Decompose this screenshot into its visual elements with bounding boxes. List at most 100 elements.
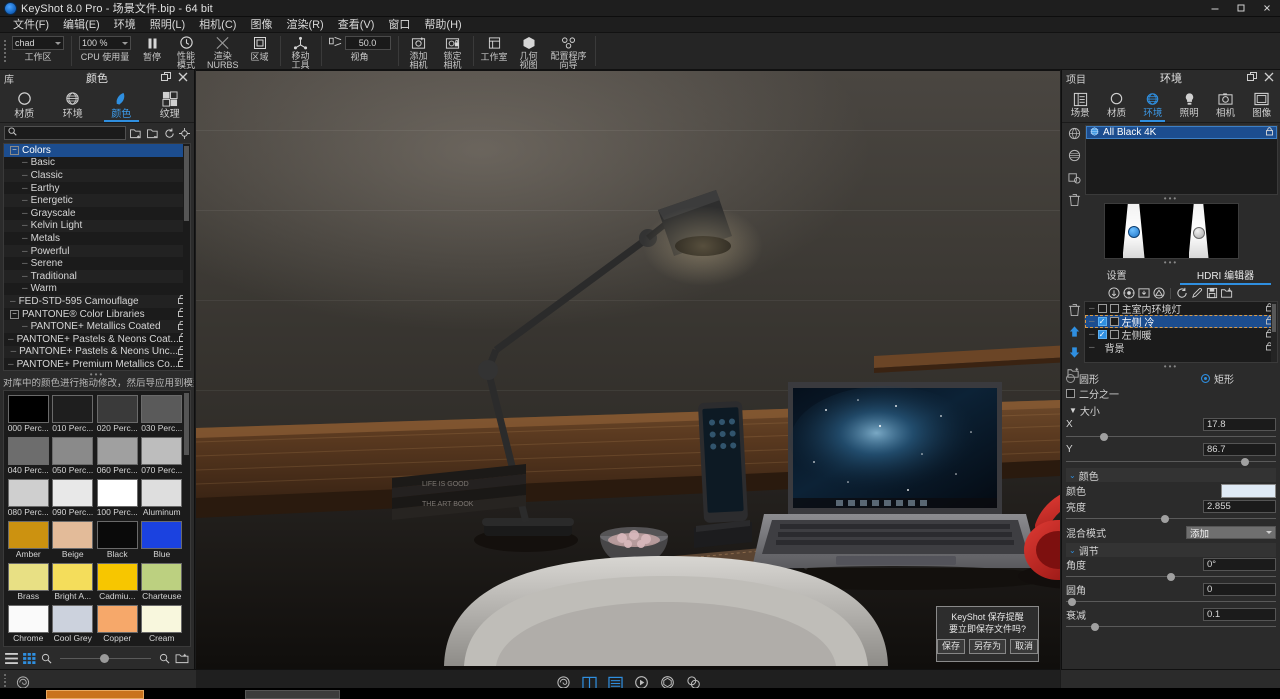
color-swatch-item[interactable]: 010 Perc... bbox=[51, 393, 96, 435]
color-swatch-item[interactable]: Cadmiu... bbox=[95, 561, 140, 603]
environment-splitter[interactable]: ••• bbox=[1062, 195, 1280, 203]
tab-environments[interactable]: 环境 bbox=[49, 86, 98, 122]
pin-list-splitter[interactable]: ••• bbox=[1062, 363, 1280, 371]
radius-value[interactable]: 0 bbox=[1203, 583, 1276, 596]
library-splitter[interactable]: ••• bbox=[0, 371, 194, 379]
menu-view[interactable]: 查看(V) bbox=[331, 17, 382, 33]
color-swatch-item[interactable]: 000 Perc... bbox=[6, 393, 51, 435]
close-button[interactable] bbox=[1254, 0, 1280, 17]
tree-row[interactable]: – Classic bbox=[4, 169, 190, 182]
save-as-button[interactable]: 另存为 bbox=[969, 639, 1006, 654]
radius-slider[interactable] bbox=[1066, 597, 1276, 606]
blend-mode-combo[interactable]: 添加 bbox=[1186, 526, 1276, 540]
reset-hdri-icon[interactable] bbox=[1176, 287, 1188, 299]
tree-row[interactable]: – Traditional bbox=[4, 269, 190, 283]
color-chip[interactable] bbox=[52, 395, 94, 423]
color-chip[interactable] bbox=[52, 479, 94, 507]
save-reminder-dialog[interactable]: KeyShot 保存提醒 要立即保存文件吗? 保存 另存为 取消 bbox=[936, 606, 1039, 662]
swatch-scrollbar[interactable] bbox=[183, 391, 190, 646]
grid-view-icon[interactable] bbox=[23, 652, 36, 664]
geometry-view-button[interactable]: 几何 视图 bbox=[512, 33, 546, 70]
tab-camera[interactable]: 相机 bbox=[1207, 86, 1243, 122]
round-shape-radio[interactable] bbox=[1066, 374, 1075, 383]
studio-button[interactable]: 工作室 bbox=[477, 33, 512, 70]
close-panel-icon[interactable] bbox=[1264, 72, 1274, 85]
tab-lighting[interactable]: 照明 bbox=[1171, 86, 1207, 122]
zoom-in-icon[interactable] bbox=[159, 653, 170, 664]
rect-shape-radio[interactable] bbox=[1201, 374, 1210, 383]
tree-row[interactable]: – Powerful bbox=[4, 244, 190, 258]
color-chip[interactable] bbox=[7, 395, 49, 423]
color-swatch-area[interactable]: 000 Perc... 010 Perc... 020 Perc... 030 Per… bbox=[3, 390, 191, 647]
color-swatch-item[interactable]: 040 Perc... bbox=[6, 435, 51, 477]
tree-row[interactable]: – Warm bbox=[4, 283, 190, 296]
menu-camera[interactable]: 相机(C) bbox=[192, 17, 243, 33]
color-picker-icon[interactable] bbox=[1191, 287, 1203, 299]
pin-enable-checkbox[interactable] bbox=[1097, 330, 1107, 339]
cpu-combo[interactable]: 100 % bbox=[79, 36, 131, 50]
size-y-value[interactable]: 86.7 bbox=[1203, 443, 1276, 456]
color-swatch-item[interactable]: Black bbox=[95, 519, 140, 561]
color-chip[interactable] bbox=[96, 395, 138, 423]
color-chip[interactable] bbox=[52, 521, 94, 549]
color-swatch-item[interactable]: Blue bbox=[140, 519, 185, 561]
tab-scene[interactable]: 场景 bbox=[1062, 86, 1098, 122]
render-nurbs-button[interactable]: 渲染 NURBS bbox=[203, 33, 243, 70]
duplicate-environment-icon[interactable] bbox=[1067, 171, 1081, 187]
menu-render[interactable]: 渲染(R) bbox=[279, 17, 330, 33]
hdri-preview-splitter[interactable]: ••• bbox=[1062, 259, 1280, 267]
cancel-button[interactable]: 取消 bbox=[1010, 639, 1038, 654]
menu-edit[interactable]: 编辑(E) bbox=[56, 17, 107, 33]
half-checkbox[interactable] bbox=[1066, 389, 1075, 398]
tree-row[interactable]: – PANTONE+ Premium Metallics Co... bbox=[4, 358, 190, 370]
tree-row[interactable]: – PANTONE+ Pastels & Neons Unc... bbox=[4, 345, 190, 359]
size-y-slider[interactable] bbox=[1066, 457, 1276, 466]
falloff-slider[interactable] bbox=[1066, 622, 1276, 631]
color-swatch-item[interactable]: Amber bbox=[6, 519, 51, 561]
tree-row[interactable]: – Kelvin Light bbox=[4, 219, 190, 233]
menu-environment[interactable]: 环境 bbox=[107, 17, 143, 33]
color-swatch-item[interactable]: Desert bbox=[140, 645, 185, 646]
tree-row[interactable]: − Colors bbox=[4, 144, 190, 157]
pin-visibility-checkbox[interactable] bbox=[1109, 317, 1119, 326]
tree-row[interactable]: – FED-STD-595 Camouflage bbox=[4, 295, 190, 308]
color-swatch-item[interactable]: 070 Perc... bbox=[140, 435, 185, 477]
hdri-preview[interactable] bbox=[1103, 203, 1239, 259]
color-chip[interactable] bbox=[141, 521, 183, 549]
add-sun-pin-icon[interactable] bbox=[1123, 287, 1135, 299]
menu-image[interactable]: 图像 bbox=[243, 17, 279, 33]
pause-button[interactable]: 暂停 bbox=[135, 33, 169, 70]
color-swatch-item[interactable]: Bright A... bbox=[51, 561, 96, 603]
region-button[interactable]: 区域 bbox=[243, 33, 277, 70]
pin-visibility-checkbox[interactable] bbox=[1109, 304, 1119, 313]
color-chip[interactable] bbox=[52, 605, 94, 633]
color-swatch-item[interactable]: Deep Blue bbox=[95, 645, 140, 646]
list-view-icon[interactable] bbox=[5, 652, 18, 664]
color-chip[interactable] bbox=[96, 563, 138, 591]
add-folder-icon[interactable] bbox=[130, 128, 143, 139]
color-swatch-item[interactable]: 020 Perc... bbox=[95, 393, 140, 435]
tab-colors[interactable]: 颜色 bbox=[97, 86, 146, 122]
move-pin-up-icon[interactable] bbox=[1068, 325, 1081, 341]
color-chip[interactable] bbox=[141, 395, 183, 423]
color-swatch-item[interactable]: 100 Perc... bbox=[95, 477, 140, 519]
hdri-pin-selected[interactable] bbox=[1127, 226, 1140, 238]
tab-environment[interactable]: 环境 bbox=[1135, 86, 1171, 122]
color-swatch-item[interactable]: Beige bbox=[51, 519, 96, 561]
subtab-settings[interactable]: 设置 bbox=[1062, 269, 1171, 285]
folder-add-icon[interactable] bbox=[175, 653, 189, 664]
color-chip[interactable] bbox=[96, 479, 138, 507]
environment-list[interactable]: All Black 4K bbox=[1085, 125, 1278, 195]
add-environment-icon[interactable] bbox=[1068, 127, 1081, 143]
color-swatch-item[interactable]: Cream bbox=[140, 603, 185, 645]
size-section-header[interactable]: ▼ 大小 bbox=[1066, 403, 1276, 418]
remove-folder-icon[interactable] bbox=[147, 128, 160, 139]
color-chip[interactable] bbox=[7, 437, 49, 465]
color-swatch-item[interactable]: Charteuse bbox=[140, 561, 185, 603]
minimize-button[interactable] bbox=[1202, 0, 1228, 17]
pin-list[interactable]: –主室内环境灯–左侧 冷–左侧暖–背景 bbox=[1084, 301, 1278, 363]
add-pin-icon[interactable] bbox=[1108, 287, 1120, 299]
undock-icon[interactable] bbox=[1247, 71, 1257, 85]
tree-row[interactable]: – PANTONE+ Pastels & Neons Coat... bbox=[4, 332, 190, 346]
tab-materials[interactable]: 材质 bbox=[0, 86, 49, 122]
